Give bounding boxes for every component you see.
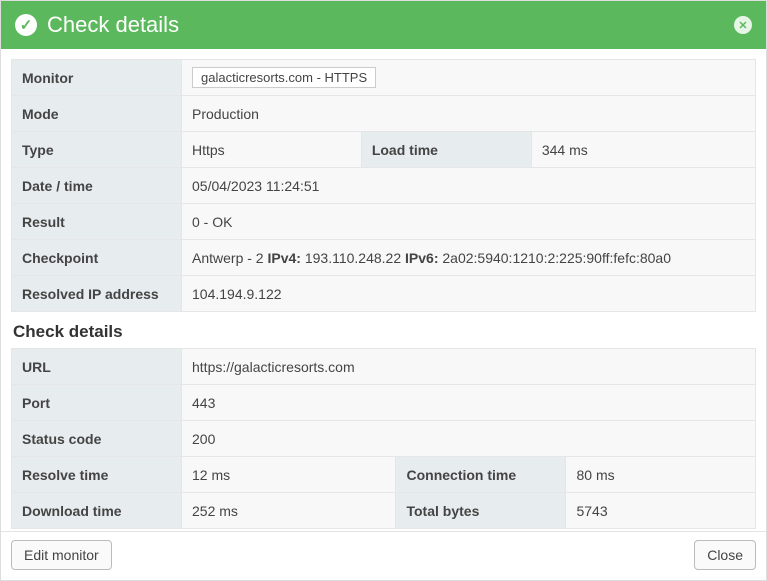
value-loadtime: 344 ms xyxy=(531,132,755,168)
value-url: https://galacticresorts.com xyxy=(182,349,756,385)
row-datetime: Date / time 05/04/2023 11:24:51 xyxy=(12,168,756,204)
modal-title: Check details xyxy=(47,12,734,38)
value-result: 0 - OK xyxy=(182,204,756,240)
row-type-loadtime: Type Https Load time 344 ms xyxy=(12,132,756,168)
summary-table: Monitor galacticresorts.com - HTTPS Mode… xyxy=(11,59,756,312)
label-port: Port xyxy=(12,385,182,421)
label-datetime: Date / time xyxy=(12,168,182,204)
label-result: Result xyxy=(12,204,182,240)
label-status: Status code xyxy=(12,421,182,457)
label-loadtime: Load time xyxy=(361,132,531,168)
edit-monitor-button[interactable]: Edit monitor xyxy=(11,540,112,570)
ipv6-value: 2a02:5940:1210:2:225:90ff:fefc:80a0 xyxy=(438,250,671,266)
value-bytes: 5743 xyxy=(566,493,756,529)
row-checkpoint: Checkpoint Antwerp - 2 IPv4: 193.110.248… xyxy=(12,240,756,276)
value-resolvedip: 104.194.9.122 xyxy=(182,276,756,312)
row-status: Status code 200 xyxy=(12,421,756,457)
details-table: URL https://galacticresorts.com Port 443… xyxy=(11,348,756,529)
modal-footer: Edit monitor Close xyxy=(1,531,766,580)
label-mode: Mode xyxy=(12,96,182,132)
label-download: Download time xyxy=(12,493,182,529)
value-mode: Production xyxy=(182,96,756,132)
check-details-modal: ✓ Check details ✕ Monitor galacticresort… xyxy=(0,0,767,581)
check-circle-icon: ✓ xyxy=(15,14,37,36)
label-type: Type xyxy=(12,132,182,168)
value-conn: 80 ms xyxy=(566,457,756,493)
ipv4-value: 193.110.248.22 xyxy=(301,250,405,266)
modal-header: ✓ Check details ✕ xyxy=(1,1,766,49)
label-checkpoint: Checkpoint xyxy=(12,240,182,276)
close-button[interactable]: Close xyxy=(694,540,756,570)
ipv4-label: IPv4: xyxy=(267,250,300,266)
row-resolvedip: Resolved IP address 104.194.9.122 xyxy=(12,276,756,312)
value-status: 200 xyxy=(182,421,756,457)
close-icon[interactable]: ✕ xyxy=(734,16,752,34)
row-monitor: Monitor galacticresorts.com - HTTPS xyxy=(12,60,756,96)
details-section-title: Check details xyxy=(13,322,756,342)
value-port: 443 xyxy=(182,385,756,421)
modal-body: Monitor galacticresorts.com - HTTPS Mode… xyxy=(1,49,766,531)
row-resolve-conn: Resolve time 12 ms Connection time 80 ms xyxy=(12,457,756,493)
ipv6-label: IPv6: xyxy=(405,250,438,266)
label-resolvedip: Resolved IP address xyxy=(12,276,182,312)
label-resolve: Resolve time xyxy=(12,457,182,493)
value-monitor: galacticresorts.com - HTTPS xyxy=(182,60,756,96)
row-download-bytes: Download time 252 ms Total bytes 5743 xyxy=(12,493,756,529)
label-conn: Connection time xyxy=(396,457,566,493)
value-type: Https xyxy=(182,132,362,168)
label-bytes: Total bytes xyxy=(396,493,566,529)
row-result: Result 0 - OK xyxy=(12,204,756,240)
row-mode: Mode Production xyxy=(12,96,756,132)
row-url: URL https://galacticresorts.com xyxy=(12,349,756,385)
checkpoint-location: Antwerp - 2 xyxy=(192,250,267,266)
monitor-tag[interactable]: galacticresorts.com - HTTPS xyxy=(192,67,376,88)
value-datetime: 05/04/2023 11:24:51 xyxy=(182,168,756,204)
value-resolve: 12 ms xyxy=(182,457,396,493)
value-checkpoint: Antwerp - 2 IPv4: 193.110.248.22 IPv6: 2… xyxy=(182,240,756,276)
row-port: Port 443 xyxy=(12,385,756,421)
value-download: 252 ms xyxy=(182,493,396,529)
label-monitor: Monitor xyxy=(12,60,182,96)
label-url: URL xyxy=(12,349,182,385)
